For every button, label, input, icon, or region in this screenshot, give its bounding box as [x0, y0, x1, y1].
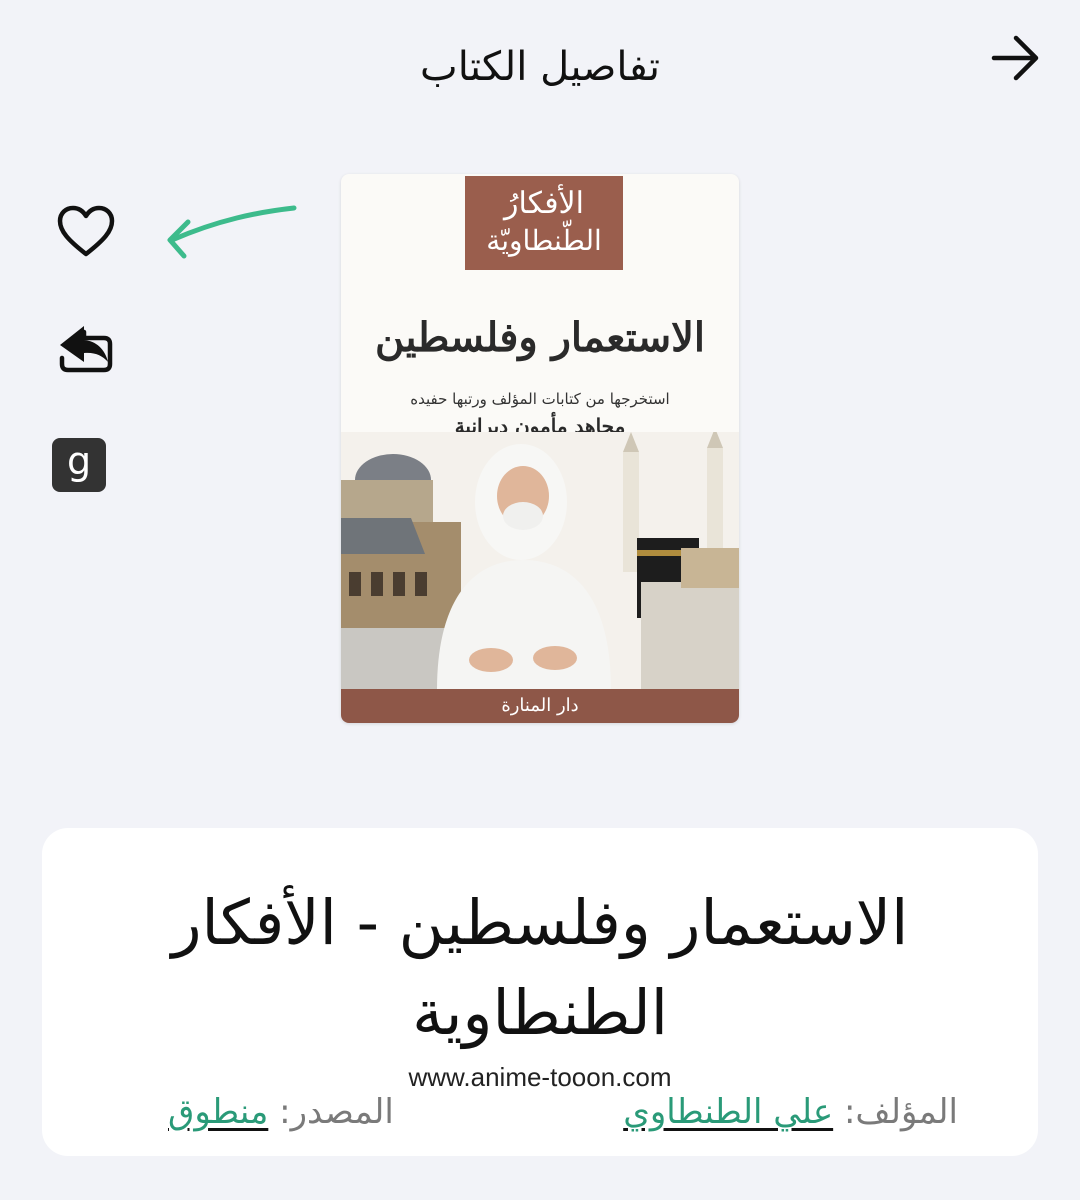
back-button[interactable] — [984, 28, 1048, 88]
page-title: تفاصيل الكتاب — [420, 44, 660, 90]
goodreads-button[interactable]: g — [52, 438, 106, 492]
cover-subtitle: استخرجها من كتابات المؤلف ورتبها حفيده — [410, 390, 670, 408]
app-header: تفاصيل الكتاب — [0, 0, 1080, 140]
source-label: المصدر: — [279, 1092, 394, 1132]
cover-photo — [341, 432, 739, 690]
favorite-button[interactable] — [54, 200, 118, 264]
author-row: المؤلف: علي الطنطاوي — [623, 1092, 958, 1132]
cover-publisher: دار المنارة — [341, 689, 739, 723]
source-row: المصدر: منطوق — [168, 1092, 394, 1132]
goodreads-icon: g — [66, 439, 92, 483]
heart-outline-icon — [57, 205, 115, 257]
author-label: المؤلف: — [843, 1092, 958, 1132]
share-reply-icon — [59, 326, 113, 373]
book-info-card: الاستعمار وفلسطين - الأفكار الطنطاوية ww… — [42, 828, 1038, 1156]
cover-title: الاستعمار وفلسطين — [374, 314, 706, 361]
author-link[interactable]: علي الطنطاوي — [623, 1092, 833, 1132]
cover-series-line1: الأفكارُ — [504, 186, 584, 221]
watermark-url: www.anime-tooon.com — [408, 1062, 672, 1092]
share-button[interactable] — [54, 318, 118, 378]
source-link[interactable]: منطوق — [168, 1092, 268, 1132]
cover-series-line2: الطّنطاويّة — [486, 224, 602, 257]
book-cover[interactable]: الأفكارُ الطّنطاويّة الاستعمار وفلسطين ا… — [341, 174, 739, 723]
cover-series-box: الأفكارُ الطّنطاويّة — [465, 176, 623, 270]
arrow-right-icon — [991, 35, 1039, 81]
book-title: الاستعمار وفلسطين - الأفكار الطنطاوية — [171, 886, 909, 1049]
annotation-arrow — [167, 205, 297, 259]
